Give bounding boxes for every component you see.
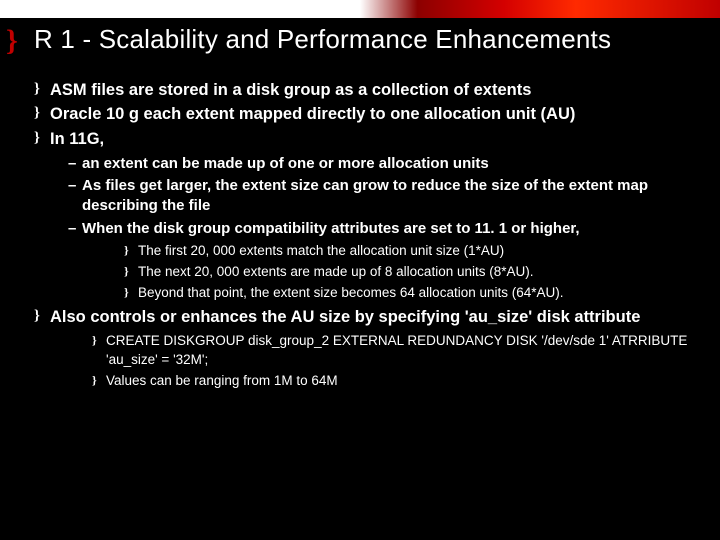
sub-bullet-list: an extent can be made up of one or more … bbox=[50, 154, 696, 303]
subsub-bullet-item: CREATE DISKGROUP disk_group_2 EXTERNAL R… bbox=[50, 332, 696, 370]
side-brace-icon: } bbox=[6, 26, 18, 56]
sub-bullet-item: When the disk group compatibility attrib… bbox=[50, 219, 696, 303]
subsub-bullet-item: Beyond that point, the extent size becom… bbox=[82, 284, 696, 303]
slide-title: R 1 - Scalability and Performance Enhanc… bbox=[34, 24, 696, 55]
subsub-bullet-item: Values can be ranging from 1M to 64M bbox=[50, 372, 696, 391]
bullet-item: In 11G, an extent can be made up of one … bbox=[34, 128, 696, 303]
header-accent-bar bbox=[0, 0, 720, 18]
sub-bullet-text: When the disk group compatibility attrib… bbox=[82, 220, 580, 237]
bullet-list: ASM files are stored in a disk group as … bbox=[34, 79, 696, 390]
slide-body: R 1 - Scalability and Performance Enhanc… bbox=[34, 24, 696, 522]
bullet-text: Also controls or enhances the AU size by… bbox=[50, 308, 640, 326]
bullet-item: Oracle 10 g each extent mapped directly … bbox=[34, 103, 696, 125]
subsub-bullet-list: The first 20, 000 extents match the allo… bbox=[82, 242, 696, 303]
bullet-item: ASM files are stored in a disk group as … bbox=[34, 79, 696, 101]
bullet-item: Also controls or enhances the AU size by… bbox=[34, 306, 696, 390]
sub-bullet-item: As files get larger, the extent size can… bbox=[50, 176, 696, 217]
subsub-bullet-item: The next 20, 000 extents are made up of … bbox=[82, 263, 696, 282]
bullet-text: In 11G, bbox=[50, 130, 104, 148]
subsub-bullet-item: The first 20, 000 extents match the allo… bbox=[82, 242, 696, 261]
subsub-bullet-list: CREATE DISKGROUP disk_group_2 EXTERNAL R… bbox=[50, 332, 696, 391]
sub-bullet-item: an extent can be made up of one or more … bbox=[50, 154, 696, 174]
